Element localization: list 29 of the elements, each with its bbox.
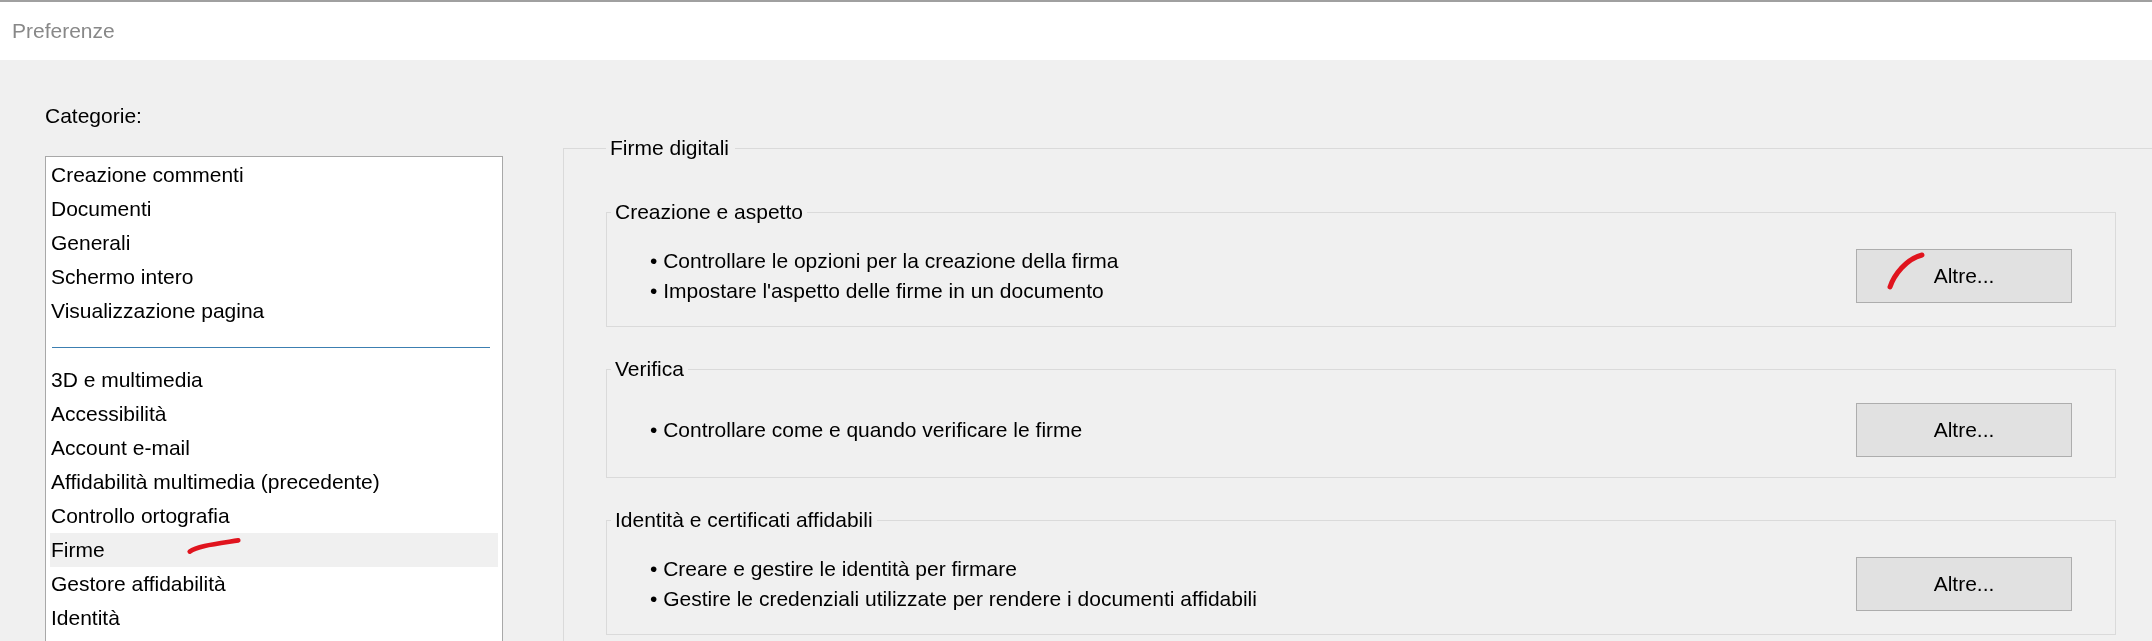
more-button[interactable]: Altre... [1856,403,2072,457]
category-item[interactable]: Generali [50,226,498,260]
category-item[interactable]: Creazione commenti [50,158,498,192]
category-item[interactable]: Affidabilità multimedia (precedente) [50,465,498,499]
section-title: Verifica [614,357,685,381]
section-title: Creazione e aspetto [614,200,804,224]
category-item[interactable]: Account e-mail [50,431,498,465]
more-button[interactable]: Altre... [1856,557,2072,611]
bullet-text: • Gestire le credenziali utilizzate per rendere i documenti affidabili [650,586,1257,612]
category-item[interactable]: Identità [50,601,498,635]
category-item[interactable]: Firme [50,533,498,567]
window-title: Preferenze [12,19,115,43]
category-item[interactable]: 3D e multimedia [50,363,498,397]
category-item[interactable]: Schermo intero [50,260,498,294]
category-item[interactable]: Documenti [50,192,498,226]
group-title: Firme digitali [609,136,731,160]
category-item[interactable]: Accessibilità [50,397,498,431]
pen-stroke-icon [186,536,242,556]
bullet-text: • Creare e gestire le identità per firmare [650,556,1018,582]
bullet-text: • Impostare l'aspetto delle firme in un documento [650,278,1105,304]
bullet-text: • Controllare le opzioni per la creazione della firma [650,248,1119,274]
more-button[interactable]: Altre... [1856,249,2072,303]
bullet-text: • Controllare come e quando verificare le firme [650,417,1083,443]
category-item[interactable]: Gestore affidabilità [50,567,498,601]
category-item[interactable]: Controllo ortografia [50,499,498,533]
categories-label: Categorie: [45,103,143,129]
category-item[interactable]: Visualizzazione pagina [50,294,498,328]
section-title: Identità e certificati affidabili [614,508,874,532]
pen-stroke-icon [1886,251,1926,291]
